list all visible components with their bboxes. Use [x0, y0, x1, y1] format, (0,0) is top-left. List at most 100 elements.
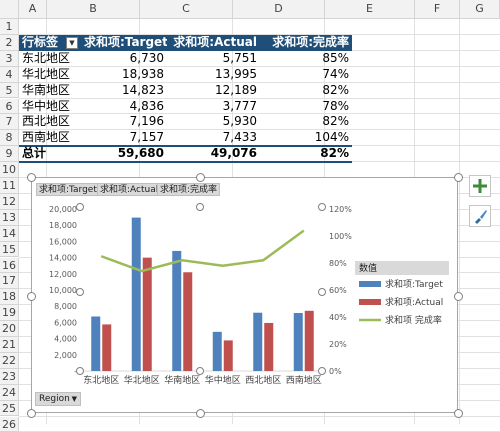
row-header-22[interactable]: 22 [0, 353, 19, 369]
chevron-down-icon: ▼ [72, 393, 77, 406]
pivot-bottom-border [19, 161, 352, 163]
row-header-9[interactable]: 9 [0, 146, 19, 162]
row-header-16[interactable]: 16 [0, 258, 19, 274]
y-tick-label: 6,000 [54, 318, 77, 327]
pivot-value-cell: 85% [260, 51, 352, 67]
pivot-value-cell: 3,777 [167, 99, 260, 115]
row-header-19[interactable]: 19 [0, 305, 19, 321]
plot-area-handle[interactable] [76, 203, 84, 211]
legend-swatch-actual [359, 299, 381, 305]
row-header-15[interactable]: 15 [0, 242, 19, 258]
legend-label-actual: 求和项:Actual [385, 296, 443, 308]
plot-area-handle[interactable] [76, 288, 84, 296]
y2-tick-label: 40% [329, 313, 347, 322]
row-header-17[interactable]: 17 [0, 273, 19, 289]
pivot-value-cell: 104% [260, 130, 352, 146]
y-tick-label: 4,000 [54, 335, 77, 344]
row-header-1[interactable]: 1 [0, 19, 19, 35]
chart-resize-handle[interactable] [454, 173, 463, 182]
plot-area-handle[interactable] [76, 367, 84, 375]
chevron-down-icon: ▼ [69, 39, 74, 47]
column-header-e[interactable]: E [325, 0, 415, 19]
chart-elements-button[interactable] [469, 175, 491, 197]
chart-resize-handle[interactable] [27, 409, 36, 418]
y2-tick-label: 120% [329, 205, 352, 214]
row-header-11[interactable]: 11 [0, 178, 19, 194]
plot-area-handle[interactable] [318, 367, 326, 375]
pivot-row-label: 华中地区 [19, 99, 84, 115]
bar-actual [143, 258, 152, 371]
chart-resize-handle[interactable] [27, 173, 36, 182]
chart-field-button-target[interactable]: 求和项:Target [36, 183, 100, 196]
chart-resize-handle[interactable] [454, 292, 463, 301]
row-header-6[interactable]: 6 [0, 99, 19, 115]
column-header-f[interactable]: F [415, 0, 460, 19]
y-tick-label: 16,000 [49, 237, 77, 246]
y2-tick-label: 80% [329, 259, 347, 268]
pivot-value-cell: 5,751 [167, 51, 260, 67]
pivot-value-cell: 7,433 [167, 130, 260, 146]
row-header-3[interactable]: 3 [0, 51, 19, 67]
pivot-total-cell: 82% [260, 146, 352, 162]
x-category-label: 华南地区 [164, 374, 200, 386]
legend-title: 数值 [359, 262, 377, 274]
chart-styles-button[interactable] [469, 205, 491, 227]
row-header-26[interactable]: 26 [0, 417, 19, 432]
row-header-24[interactable]: 24 [0, 385, 19, 401]
pivot-value-cell: 18,938 [84, 67, 167, 83]
row-header-8[interactable]: 8 [0, 130, 19, 146]
chart-resize-handle[interactable] [196, 173, 205, 182]
y-tick-label: 20,000 [49, 205, 77, 214]
pivot-column-header: 求和项:完成率 [260, 35, 352, 51]
bar-target [91, 316, 100, 371]
pivot-value-cell: 13,995 [167, 67, 260, 83]
select-all-corner[interactable] [0, 0, 19, 19]
row-header-14[interactable]: 14 [0, 226, 19, 242]
bar-target [172, 251, 181, 371]
chart-resize-handle[interactable] [454, 409, 463, 418]
row-header-12[interactable]: 12 [0, 194, 19, 210]
row-header-23[interactable]: 23 [0, 369, 19, 385]
row-labels-filter-button[interactable]: ▼ [66, 37, 78, 49]
pivot-value-cell: 82% [260, 83, 352, 99]
chart-field-button-actual[interactable]: 求和项:Actual [97, 183, 161, 196]
column-header-a[interactable]: A [19, 0, 47, 19]
chart-resize-handle[interactable] [196, 409, 205, 418]
row-header-4[interactable]: 4 [0, 67, 19, 83]
region-field-label: Region [39, 394, 70, 404]
row-header-10[interactable]: 10 [0, 162, 19, 178]
plot-area-handle[interactable] [318, 288, 326, 296]
y-tick-label: 12,000 [49, 270, 77, 279]
y2-tick-label: 100% [329, 232, 352, 241]
column-header-b[interactable]: B [47, 0, 140, 19]
chart-field-button-rate[interactable]: 求和项:完成率 [157, 183, 220, 196]
column-header-g[interactable]: G [460, 0, 500, 19]
x-category-label: 华北地区 [124, 374, 160, 386]
plot-area-handle[interactable] [196, 203, 204, 211]
row-header-7[interactable]: 7 [0, 114, 19, 130]
row-header-18[interactable]: 18 [0, 289, 19, 305]
bar-actual [102, 324, 111, 371]
pivot-value-cell: 6,730 [84, 51, 167, 67]
row-header-2[interactable]: 2 [0, 35, 19, 51]
pivot-chart[interactable]: 20,00018,00016,00014,00012,00010,0008,00… [31, 177, 458, 413]
column-header-d[interactable]: D [233, 0, 325, 19]
plot-area-handle[interactable] [318, 203, 326, 211]
x-category-label: 西北地区 [245, 374, 281, 386]
plot-area-handle[interactable] [196, 367, 204, 375]
row-header-21[interactable]: 21 [0, 337, 19, 353]
column-header-c[interactable]: C [140, 0, 233, 19]
pivot-total-cell: 49,076 [167, 146, 260, 162]
chart-resize-handle[interactable] [27, 292, 36, 301]
x-category-label: 华中地区 [205, 374, 241, 386]
pivot-column-header: 求和项:Target [84, 35, 167, 51]
region-field-button[interactable]: Region ▼ [35, 392, 81, 406]
pivot-value-cell: 7,196 [84, 114, 167, 130]
row-header-25[interactable]: 25 [0, 401, 19, 417]
row-header-13[interactable]: 13 [0, 210, 19, 226]
row-header-5[interactable]: 5 [0, 83, 19, 99]
pivot-value-cell: 12,189 [167, 83, 260, 99]
row-header-20[interactable]: 20 [0, 321, 19, 337]
pivot-total-label: 总计 [19, 146, 84, 162]
bar-target [253, 313, 262, 371]
